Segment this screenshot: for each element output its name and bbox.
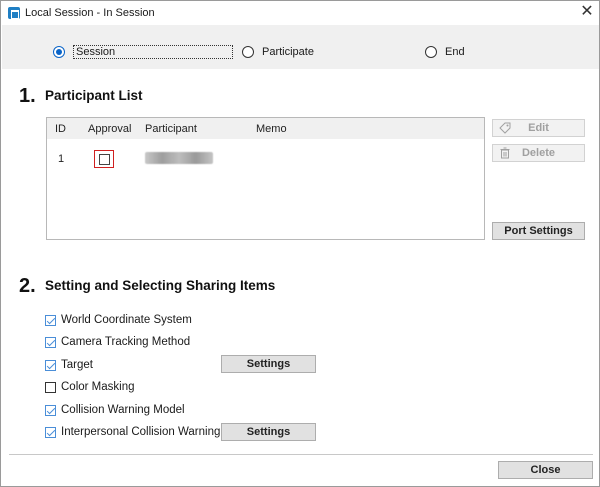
column-header-approval[interactable]: Approval (88, 123, 131, 135)
world-coordinate-system-label: World Coordinate System (61, 314, 192, 326)
window-title: Local Session - In Session (25, 7, 155, 19)
checkbox-checked-icon (45, 314, 56, 326)
section-1-title: Participant List (45, 88, 143, 103)
column-header-memo[interactable]: Memo (256, 123, 287, 135)
collision-warning-model-label: Collision Warning Model (61, 404, 185, 416)
trash-icon (500, 147, 510, 159)
port-settings-button[interactable]: Port Settings (492, 222, 585, 240)
mode-end-label: End (445, 46, 465, 58)
column-header-participant[interactable]: Participant (145, 123, 197, 135)
mode-end-radio[interactable]: End (425, 44, 465, 60)
app-icon (8, 7, 20, 19)
checkbox-checked-icon (45, 359, 56, 371)
title-bar: Local Session - In Session ✕ (1, 1, 599, 25)
participant-list[interactable]: ID Approval Participant Memo 1 (46, 117, 485, 240)
approval-checkbox-highlight[interactable] (94, 150, 114, 168)
edit-button[interactable]: Edit (492, 119, 585, 137)
checkbox-checked-icon (45, 426, 56, 438)
collision-warning-model-checkbox[interactable]: Collision Warning Model (45, 403, 185, 417)
interpersonal-collision-warning-label: Interpersonal Collision Warning (61, 426, 221, 438)
mode-participate-label: Participate (262, 46, 314, 58)
radio-unselected-icon (425, 46, 437, 58)
mode-session-label: Session (73, 45, 233, 59)
checkbox-unchecked-icon (45, 381, 56, 393)
collision-settings-button[interactable]: Settings (221, 423, 316, 441)
column-header-id[interactable]: ID (55, 123, 66, 135)
approval-checkbox[interactable] (99, 154, 110, 165)
camera-tracking-method-label: Camera Tracking Method (61, 336, 191, 348)
row-id: 1 (58, 153, 65, 165)
section-1-number: 1. (19, 85, 36, 107)
checkbox-checked-icon (45, 404, 56, 416)
radio-selected-icon (53, 46, 65, 58)
close-window-icon[interactable]: ✕ (579, 4, 595, 20)
world-coordinate-system-checkbox[interactable]: World Coordinate System (45, 313, 192, 327)
tag-icon (499, 122, 511, 134)
delete-button-label: Delete (521, 147, 556, 159)
target-settings-button[interactable]: Settings (221, 355, 316, 373)
footer-divider (9, 454, 593, 455)
participant-list-header: ID Approval Participant Memo (47, 118, 484, 139)
section-2-number: 2. (19, 275, 36, 297)
participant-name-redacted (145, 152, 213, 164)
color-masking-checkbox[interactable]: Color Masking (45, 380, 135, 394)
section-2-title: Setting and Selecting Sharing Items (45, 278, 276, 293)
mode-session-radio[interactable]: Session (53, 44, 233, 60)
target-label: Target (61, 359, 93, 371)
color-masking-label: Color Masking (61, 381, 135, 393)
target-checkbox[interactable]: Target (45, 358, 93, 372)
local-session-window: Local Session - In Session ✕ Session Par… (0, 0, 600, 487)
interpersonal-collision-warning-checkbox[interactable]: Interpersonal Collision Warning (45, 425, 220, 439)
edit-button-label: Edit (528, 122, 549, 134)
delete-button[interactable]: Delete (492, 144, 585, 162)
radio-unselected-icon (242, 46, 254, 58)
camera-tracking-method-checkbox[interactable]: Camera Tracking Method (45, 335, 190, 349)
checkbox-checked-icon (45, 336, 56, 348)
mode-participate-radio[interactable]: Participate (242, 44, 314, 60)
close-button[interactable]: Close (498, 461, 593, 479)
